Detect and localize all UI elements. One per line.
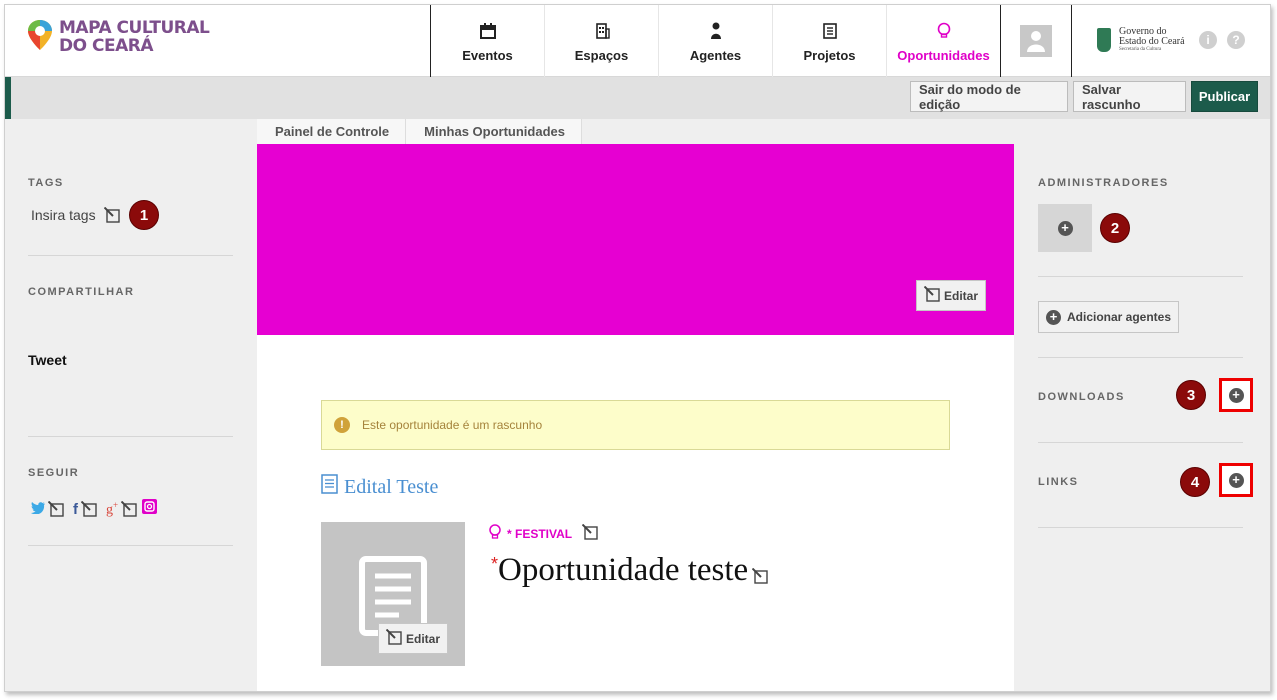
map-pin-logo-icon [27,19,53,51]
admins-title: ADMINISTRADORES [1038,177,1169,189]
edit-cover-label: Editar [944,288,979,303]
info-icon[interactable]: i [1199,31,1217,49]
lightbulb-icon [937,20,951,42]
edit-toolbar: Sair do modo de edição Salvar rascunho P… [5,77,1270,119]
required-mark: * [491,554,499,574]
nav-espacos[interactable]: Espaços [545,5,659,77]
breadcrumb: Painel de Controle Minhas Oportunidades [257,119,1014,144]
edit-icon[interactable] [751,567,768,589]
edit-icon[interactable] [47,500,64,517]
edit-avatar-label: Editar [406,631,441,646]
downloads-title: DOWNLOADS [1038,391,1125,403]
edital-label: Edital Teste [344,475,439,498]
logo-line-1: MAPA CULTURAL [59,18,210,38]
edit-icon[interactable] [103,206,120,223]
cover-image: Editar [257,144,1014,335]
add-admin-button[interactable]: + [1038,204,1092,252]
logo-line-2: DO CEARÁ [59,36,153,56]
left-sidebar: TAGS Insira tags 1 COMPARTILHAR Tweet SE… [5,119,257,691]
divider [1038,527,1243,528]
lightbulb-icon [489,524,501,543]
calendar-icon [479,20,496,42]
plus-icon: + [1228,387,1244,403]
edit-icon[interactable] [80,500,97,517]
links-title: LINKS [1038,476,1079,488]
breadcrumb-item-oportunidades[interactable]: Minhas Oportunidades [406,119,582,144]
nav-oportunidades[interactable]: Oportunidades [887,5,1001,77]
add-agents-label: Adicionar agentes [1067,310,1172,324]
avatar [1019,25,1052,57]
main-nav: Eventos Espaços Agentes Projetos Oportun… [430,5,1001,77]
plus-icon: + [1057,220,1073,236]
draft-alert: ! Este oportunidade é um rascunho [321,400,950,450]
divider [28,545,233,546]
document-icon [822,20,837,42]
gov-line-3: Secretaria da Cultura [1119,47,1162,52]
state-seal-icon [1097,28,1111,52]
edit-cover-button[interactable]: Editar [916,280,987,311]
opportunity-type[interactable]: * FESTIVAL [489,523,598,543]
step-marker-4: 4 [1180,467,1210,497]
plus-icon: + [1228,472,1244,488]
nav-agentes-label: Agentes [689,47,742,63]
user-menu[interactable] [1000,5,1072,77]
divider [28,255,233,256]
divider [1038,442,1243,443]
twitter-icon[interactable] [31,501,45,517]
instagram-icon[interactable] [142,499,158,519]
follow-title: SEGUIR [28,467,80,479]
nav-espacos-label: Espaços [574,47,629,63]
google-plus-icon[interactable]: g+ [106,500,118,519]
opportunity-title[interactable]: * Oportunidade teste [491,552,768,589]
main-content: Painel de Controle Minhas Oportunidades … [257,119,1014,691]
share-title: COMPARTILHAR [28,286,135,298]
facebook-icon[interactable]: f [73,501,78,518]
edit-icon[interactable] [581,523,598,543]
building-icon [594,20,610,42]
draft-alert-text: Este oportunidade é um rascunho [362,418,543,432]
add-download-button[interactable]: + [1219,378,1253,412]
opportunity-avatar: Editar [321,522,465,666]
step-marker-1: 1 [129,200,159,230]
right-sidebar: ADMINISTRADORES + 2 + Adicionar agentes … [1014,119,1270,691]
divider [28,436,233,437]
government-logo[interactable]: Governo do Estado do Ceará Secretaria da… [1097,27,1185,53]
tags-title: TAGS [28,177,64,189]
divider [1038,276,1243,277]
plus-icon: + [1046,309,1061,325]
publish-button[interactable]: Publicar [1191,81,1258,112]
top-header: MAPA CULTURAL DO CEARÁ Eventos Espaços A… [5,5,1270,77]
opportunity-type-label: * FESTIVAL [507,526,573,541]
site-logo[interactable]: MAPA CULTURAL DO CEARÁ [27,18,210,56]
user-silhouette-icon [1026,31,1045,52]
help-icon[interactable]: ? [1227,31,1245,49]
edit-icon [923,285,940,305]
opportunity-title-text: Oportunidade teste [498,552,749,588]
edital-link[interactable]: Edital Teste [321,474,438,500]
nav-projetos[interactable]: Projetos [773,5,887,77]
divider [1038,357,1243,358]
step-marker-2: 2 [1100,213,1130,243]
person-icon [710,20,722,42]
exit-edit-mode-button[interactable]: Sair do modo de edição [910,81,1068,112]
tags-input-placeholder[interactable]: Insira tags [31,207,96,223]
nav-projetos-label: Projetos [803,47,856,63]
breadcrumb-item-painel[interactable]: Painel de Controle [257,119,407,144]
edit-avatar-button[interactable]: Editar [378,623,449,654]
nav-agentes[interactable]: Agentes [659,5,773,77]
document-icon [321,474,338,500]
step-marker-3: 3 [1176,380,1206,410]
warning-icon: ! [334,417,350,433]
nav-eventos-label: Eventos [462,47,513,63]
tweet-button[interactable]: Tweet [28,352,67,368]
gov-line-2: Estado do Ceará [1119,36,1185,47]
app-window: MAPA CULTURAL DO CEARÁ Eventos Espaços A… [4,4,1271,692]
add-link-button[interactable]: + [1219,463,1253,497]
edit-icon [385,628,402,648]
nav-eventos[interactable]: Eventos [431,5,545,77]
add-agents-button[interactable]: + Adicionar agentes [1038,301,1180,333]
edit-icon[interactable] [120,500,137,517]
nav-oportunidades-label: Oportunidades [897,47,990,63]
save-draft-button[interactable]: Salvar rascunho [1073,81,1186,112]
